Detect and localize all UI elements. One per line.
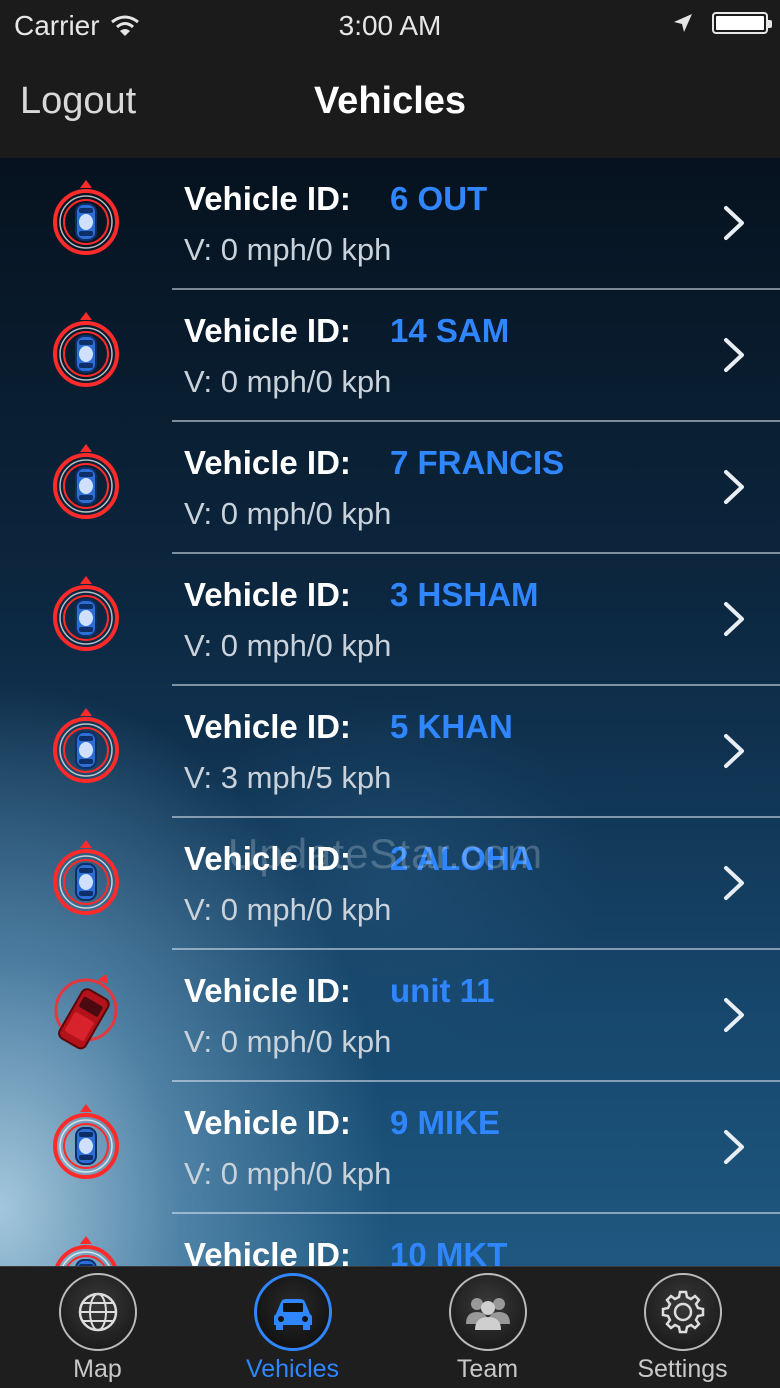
vehicle-id-value: 2 ALOHA	[390, 840, 534, 877]
chevron-right-icon	[718, 1128, 748, 1166]
vehicle-id-value: 3 HSHAM	[390, 576, 539, 613]
vehicle-row[interactable]: Vehicle ID: 3 HSHAM V: 0 mph/0 kph	[0, 554, 780, 686]
vehicle-speed: V: 0 mph/0 kph	[184, 628, 392, 663]
chevron-right-icon	[718, 204, 748, 242]
vehicle-list[interactable]: Vehicle ID: 6 OUT V: 0 mph/0 kph Vehicle I…	[0, 158, 780, 1266]
vehicle-row[interactable]: Vehicle ID: 7 FRANCIS V: 0 mph/0 kph	[0, 422, 780, 554]
tab-bar: Map Vehicles Team Settings	[0, 1266, 780, 1388]
chevron-right-icon	[718, 600, 748, 638]
vehicle-id-value: 5 KHAN	[390, 708, 513, 745]
vehicle-id-value: 6 OUT	[390, 180, 488, 217]
globe-icon	[58, 1273, 137, 1351]
vehicle-id-label: Vehicle ID:	[184, 180, 351, 217]
vehicle-id-label: Vehicle ID:	[184, 972, 351, 1009]
tab-label: Settings	[637, 1355, 728, 1383]
vehicle-row[interactable]: Vehicle ID: 6 OUT V: 0 mph/0 kph	[0, 158, 780, 290]
car-icon	[253, 1273, 332, 1351]
tab-label: Map	[73, 1355, 122, 1383]
vehicle-id-label: Vehicle ID:	[184, 840, 351, 877]
chevron-right-icon	[718, 996, 748, 1034]
status-time: 3:00 AM	[338, 10, 442, 41]
chevron-right-icon	[718, 864, 748, 902]
vehicle-id-value: 10 MKT	[390, 1236, 508, 1266]
vehicle-blue-icon	[50, 838, 122, 918]
tab-map[interactable]: Map	[0, 1267, 195, 1388]
vehicle-row[interactable]: Vehicle ID: 5 KHAN V: 3 mph/5 kph	[0, 686, 780, 818]
status-right	[672, 12, 772, 34]
vehicle-row[interactable]: Vehicle ID: 2 ALOHA V: 0 mph/0 kph	[0, 818, 780, 950]
chevron-right-icon	[718, 468, 748, 506]
vehicle-id-value: 7 FRANCIS	[390, 444, 565, 481]
vehicle-speed: V: 0 mph/0 kph	[184, 232, 392, 267]
tab-settings[interactable]: Settings	[585, 1267, 780, 1388]
tab-label: Team	[456, 1355, 519, 1383]
vehicle-blue-icon	[50, 442, 122, 522]
chevron-right-icon	[718, 732, 748, 770]
vehicle-id-label: Vehicle ID:	[184, 1104, 351, 1141]
navigation-bar: Logout Vehicles	[0, 52, 780, 159]
gear-icon	[643, 1273, 722, 1351]
vehicle-blue-icon	[50, 1234, 122, 1266]
vehicle-id-value: unit 11	[390, 972, 495, 1009]
vehicle-speed: V: 0 mph/0 kph	[184, 496, 392, 531]
vehicle-speed: V: 3 mph/5 kph	[184, 760, 392, 795]
vehicle-blue-icon	[50, 178, 122, 258]
chevron-right-icon	[718, 336, 748, 374]
vehicle-red-truck-icon	[46, 968, 122, 1060]
vehicle-id-label: Vehicle ID:	[184, 576, 351, 613]
vehicle-blue-icon	[50, 574, 122, 654]
vehicle-id-label: Vehicle ID:	[184, 312, 351, 349]
vehicle-row[interactable]: Vehicle ID: 9 MIKE V: 0 mph/0 kph	[0, 1082, 780, 1214]
vehicle-id-label: Vehicle ID:	[184, 708, 351, 745]
vehicle-id-label: Vehicle ID:	[184, 1236, 351, 1266]
vehicle-row[interactable]: Vehicle ID: 14 SAM V: 0 mph/0 kph	[0, 290, 780, 422]
tab-team[interactable]: Team	[390, 1267, 585, 1388]
vehicle-speed: V: 0 mph/0 kph	[184, 364, 392, 399]
vehicle-row[interactable]: Vehicle ID: 10 MKT	[0, 1214, 780, 1266]
tab-label: Vehicles	[245, 1355, 340, 1383]
tab-vehicles[interactable]: Vehicles	[195, 1267, 390, 1388]
team-icon	[448, 1273, 527, 1351]
vehicle-blue-icon	[50, 706, 122, 786]
vehicle-id-value: 14 SAM	[390, 312, 510, 349]
vehicle-blue-icon	[50, 310, 122, 390]
battery-icon	[712, 12, 772, 34]
vehicle-blue-icon	[50, 1102, 122, 1182]
vehicle-speed: V: 0 mph/0 kph	[184, 1024, 392, 1059]
vehicle-id-label: Vehicle ID:	[184, 444, 351, 481]
vehicle-speed: V: 0 mph/0 kph	[184, 892, 392, 927]
vehicle-row[interactable]: Vehicle ID: unit 11 V: 0 mph/0 kph	[0, 950, 780, 1082]
status-bar: Carrier 3:00 AM	[0, 0, 780, 52]
location-arrow-icon	[674, 14, 692, 32]
vehicle-id-value: 9 MIKE	[390, 1104, 501, 1141]
page-title: Vehicles	[313, 80, 467, 122]
vehicle-speed: V: 0 mph/0 kph	[184, 1156, 392, 1191]
